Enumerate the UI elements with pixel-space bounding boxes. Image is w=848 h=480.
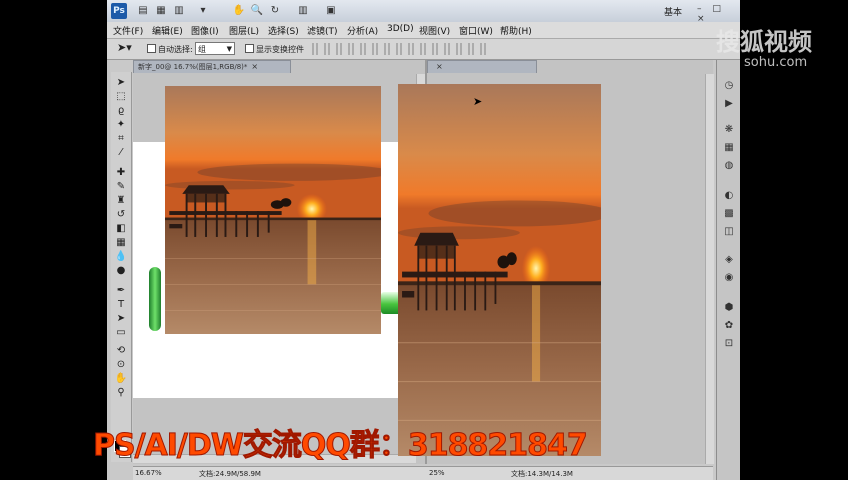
sohu-url-watermark: sohu.com [744,55,808,70]
blur-tool-icon[interactable]: 💧 [113,250,129,263]
clone-stamp-tool-icon[interactable]: ♜ [113,194,129,207]
crop-tool-icon[interactable]: ⌗ [113,132,129,145]
zoom-tool-icon[interactable]: ⚲ [113,386,129,399]
document-tab-1[interactable]: 新字_00@ 16.7%(图层1,RGB/8)* × [133,60,291,73]
auto-select-value: 组 [198,45,206,54]
menu-3d[interactable]: 3D(D) [387,24,414,34]
show-transform-check-icon [245,44,254,53]
window-controls[interactable]: – □ × [697,4,740,24]
menu-analysis[interactable]: 分析(A) [347,24,378,37]
menu-layer[interactable]: 图层(L) [229,24,259,37]
show-transform-checkbox[interactable]: 显示变换控件 [245,44,304,55]
app-logo: Ps [111,3,127,19]
qq-group-banner: PS/AI/DW交流QQ群：318821847 [93,428,589,464]
menu-bar: 文件(F) 编辑(E) 图像(I) 图层(L) 选择(S) 滤镜(T) 分析(A… [107,22,740,39]
menu-file[interactable]: 文件(F) [113,24,143,37]
screen-mode-icon[interactable]: ▣ [323,4,339,18]
letterbox-left [0,0,107,480]
zoom-tool-icon[interactable]: 🔍 [249,4,265,18]
menu-select[interactable]: 选择(S) [268,24,299,37]
channels-panel-icon[interactable]: ◉ [722,272,736,284]
menu-filter[interactable]: 滤镜(T) [307,24,338,37]
menu-window[interactable]: 窗口(W) [459,24,493,37]
eraser-tool-icon[interactable]: ◧ [113,222,129,235]
auto-select-checkbox[interactable]: 自动选择: [147,44,193,55]
document-tab-2[interactable]: × [427,60,537,73]
hand-tool-icon[interactable]: ✋ [231,4,247,18]
pen-tool-icon[interactable]: ✒ [113,284,129,297]
arrange-documents-icon[interactable]: ▥ [295,4,311,18]
hand-tool-icon[interactable]: ✋ [113,372,129,385]
paths-panel-icon[interactable]: ⬢ [722,302,736,314]
show-transform-label: 显示变换控件 [256,45,304,54]
gradient-tool-icon[interactable]: ▦ [113,236,129,249]
path-selection-tool-icon[interactable]: ➤ [113,312,129,325]
menu-help[interactable]: 帮助(H) [500,24,532,37]
mouse-pointer-icon: ➤ [473,95,483,108]
options-bar: ➤▾ 自动选择: 组 ▼ 显示变换控件 [107,39,740,60]
brush-panel-icon[interactable]: ✿ [722,320,736,332]
clone-source-panel-icon[interactable]: ⊡ [722,338,736,350]
dodge-tool-icon[interactable]: ● [113,264,129,277]
rotate-view-icon[interactable]: ↻ [267,4,283,18]
history-brush-tool-icon[interactable]: ↺ [113,208,129,221]
menu-image[interactable]: 图像(I) [191,24,219,37]
marquee-tool-icon[interactable]: ⬚ [113,90,129,103]
brush-tool-icon[interactable]: ✎ [113,180,129,193]
magic-wand-tool-icon[interactable]: ✦ [113,118,129,131]
swatches-panel-icon[interactable]: ▦ [722,142,736,154]
tools-panel: ➤ ⬚ ϱ ✦ ⌗ ⁄ ✚ ✎ ♜ ↺ ◧ ▦ 💧 ● ✒ T ➤ ▭ ⟲ ⊙ … [111,72,132,462]
eyedropper-tool-icon[interactable]: ⁄ [113,146,129,159]
doc-size-2: 文档:14.3M/14.3M [511,470,573,478]
application-bar: Ps ▤ ▦ ▥ ▾ ✋ 🔍 ↻ ▥ ▣ 基本 – □ × [107,0,740,24]
3d-camera-tool-icon[interactable]: ⊙ [113,358,129,371]
guides-icon[interactable]: ▥ [171,4,187,18]
align-distribute-icons[interactable] [312,43,492,55]
type-tool-icon[interactable]: T [113,298,129,311]
sohu-video-watermark: 搜狐视频 [716,28,812,56]
auto-select-label: 自动选择: [158,45,193,54]
styles-panel-icon[interactable]: ◍ [722,160,736,172]
document-tab-1-title: 新字_00@ 16.7%(图层1,RGB/8)* [138,63,248,71]
chevron-down-icon: ▼ [226,45,232,53]
zoom-field-2[interactable]: 25% [429,469,445,477]
menu-view[interactable]: 视图(V) [419,24,450,37]
minibridge-icon[interactable]: ▦ [153,4,169,18]
auto-select-dropdown[interactable]: 组 ▼ [195,42,235,55]
auto-select-check-icon [147,44,156,53]
move-tool-icon[interactable]: ➤ [113,76,129,89]
color-panel-icon[interactable]: ❋ [722,124,736,136]
zoom-level-icon[interactable]: ▾ [195,4,211,18]
letterbox-right [740,0,848,480]
panel-dock: ◷ ▶ ❋ ▦ ◍ ◐ ▩ ◫ ◈ ◉ ⬢ ✿ ⊡ [716,60,740,480]
shape-tool-icon[interactable]: ▭ [113,326,129,339]
doc-size-1: 文档:24.9M/58.9M [199,470,261,478]
menu-edit[interactable]: 编辑(E) [152,24,183,37]
3d-panel-icon[interactable]: ◫ [722,226,736,238]
actions-panel-icon[interactable]: ▶ [722,98,736,110]
masks-panel-icon[interactable]: ▩ [722,208,736,220]
history-panel-icon[interactable]: ◷ [722,80,736,92]
healing-brush-tool-icon[interactable]: ✚ [113,166,129,179]
workspace-switcher[interactable]: 基本 [664,5,682,18]
adjustments-panel-icon[interactable]: ◐ [722,190,736,202]
vertical-scrollbar-2[interactable] [705,74,714,464]
green-swirl-graphic [149,267,161,331]
status-bar: 16.67% 文档:24.9M/58.9M 25% 文档:14.3M/14.3M [133,466,713,480]
layers-panel-icon[interactable]: ◈ [722,254,736,266]
3d-rotate-tool-icon[interactable]: ⟲ [113,344,129,357]
move-tool-preset-icon[interactable]: ➤▾ [117,41,132,54]
zoom-field-1[interactable]: 16.67% [135,469,162,477]
bridge-icon[interactable]: ▤ [135,4,151,18]
close-icon[interactable]: × [436,62,443,71]
sunset-pier-photo-1 [165,86,381,334]
lasso-tool-icon[interactable]: ϱ [113,104,129,117]
close-icon[interactable]: × [251,62,258,71]
sunset-pier-photo-2 [398,84,601,456]
